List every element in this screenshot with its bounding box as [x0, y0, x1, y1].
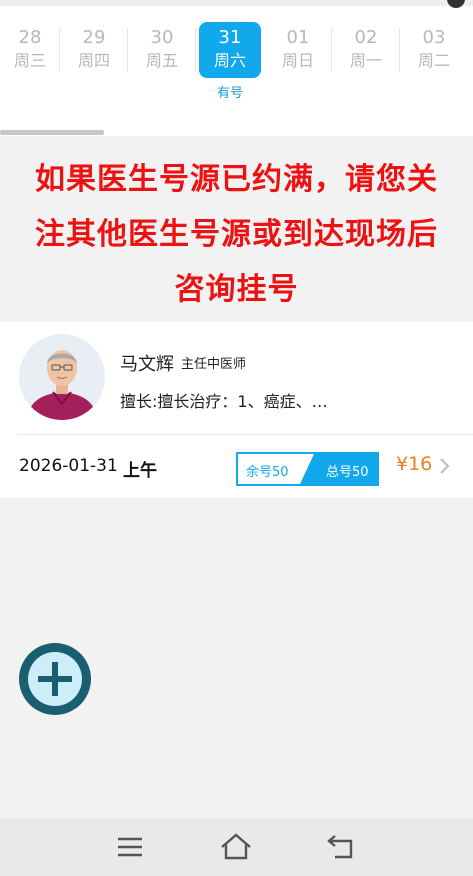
notice-line: 咨询挂号	[174, 272, 299, 307]
overflow-icon[interactable]	[447, 0, 465, 8]
day-box: 29 周四	[63, 22, 125, 78]
day-item-30[interactable]: 30 周五	[128, 16, 196, 112]
date-selector: 28 周三 29 周四 30 周五 31 周六 有号 01 周日 02 周一 0…	[0, 0, 473, 136]
day-box: 02 周一	[335, 22, 397, 78]
slot-date: 2026-01-31	[19, 456, 118, 476]
day-number: 31	[218, 27, 242, 48]
slot-period: 上午	[123, 461, 157, 481]
day-number: 02	[354, 27, 378, 48]
day-item-28[interactable]: 28 周三	[0, 16, 60, 112]
top-edge	[0, 0, 473, 6]
day-number: 30	[150, 27, 174, 48]
day-number: 28	[18, 27, 42, 48]
slot-price: ¥16	[396, 453, 433, 475]
back-icon[interactable]	[325, 830, 359, 864]
doctor-specialty: 擅长:擅长治疗：1、癌症、…	[120, 392, 328, 411]
day-box: 31 周六	[199, 22, 261, 78]
system-navigation-bar	[0, 818, 473, 876]
day-box: 01 周日	[267, 22, 329, 78]
total-count: 总号50	[326, 465, 369, 480]
day-availability: 有号	[216, 86, 243, 101]
doctor-avatar	[19, 334, 105, 420]
day-weekday: 周日	[281, 51, 314, 70]
doctor-portrait-icon	[19, 334, 105, 420]
full-booking-notice: 如果医生号源已约满，请您关 注其他医生号源或到达现场后 咨询挂号	[0, 138, 473, 322]
remaining-count: 余号50	[246, 465, 289, 480]
day-weekday: 周五	[145, 51, 178, 70]
day-weekday: 周二	[417, 51, 450, 70]
home-icon[interactable]	[219, 830, 253, 864]
day-box: 03 周二	[403, 22, 465, 78]
horizontal-scrollbar[interactable]	[0, 130, 104, 135]
day-item-31-selected[interactable]: 31 周六 有号	[196, 16, 264, 112]
divider	[18, 434, 473, 435]
chevron-right-icon[interactable]	[438, 456, 452, 476]
day-list: 28 周三 29 周四 30 周五 31 周六 有号 01 周日 02 周一 0…	[0, 16, 473, 112]
plus-icon	[38, 662, 72, 696]
day-box: 30 周五	[131, 22, 193, 78]
day-item-03[interactable]: 03 周二	[400, 16, 468, 112]
day-weekday: 周四	[77, 51, 110, 70]
doctor-card[interactable]: 马文辉 主任中医师 擅长:擅长治疗：1、癌症、… 2026-01-31 上午 余…	[0, 322, 473, 498]
day-weekday: 周三	[13, 51, 46, 70]
slot-availability-badge[interactable]: 余号50 总号50	[236, 452, 379, 486]
day-weekday: 周一	[349, 51, 382, 70]
day-number: 01	[286, 27, 310, 48]
doctor-name: 马文辉	[120, 354, 174, 375]
day-box: 28 周三	[2, 22, 58, 78]
notice-line: 如果医生号源已约满，请您关	[35, 162, 438, 197]
notice-line: 注其他医生号源或到达现场后	[35, 217, 438, 252]
add-floating-button[interactable]	[19, 643, 91, 715]
menu-icon[interactable]	[113, 830, 147, 864]
day-number: 03	[422, 27, 446, 48]
day-item-01[interactable]: 01 周日	[264, 16, 332, 112]
day-item-29[interactable]: 29 周四	[60, 16, 128, 112]
doctor-title: 主任中医师	[181, 357, 247, 372]
day-weekday: 周六	[213, 51, 246, 70]
day-number: 29	[82, 27, 106, 48]
day-item-02[interactable]: 02 周一	[332, 16, 400, 112]
